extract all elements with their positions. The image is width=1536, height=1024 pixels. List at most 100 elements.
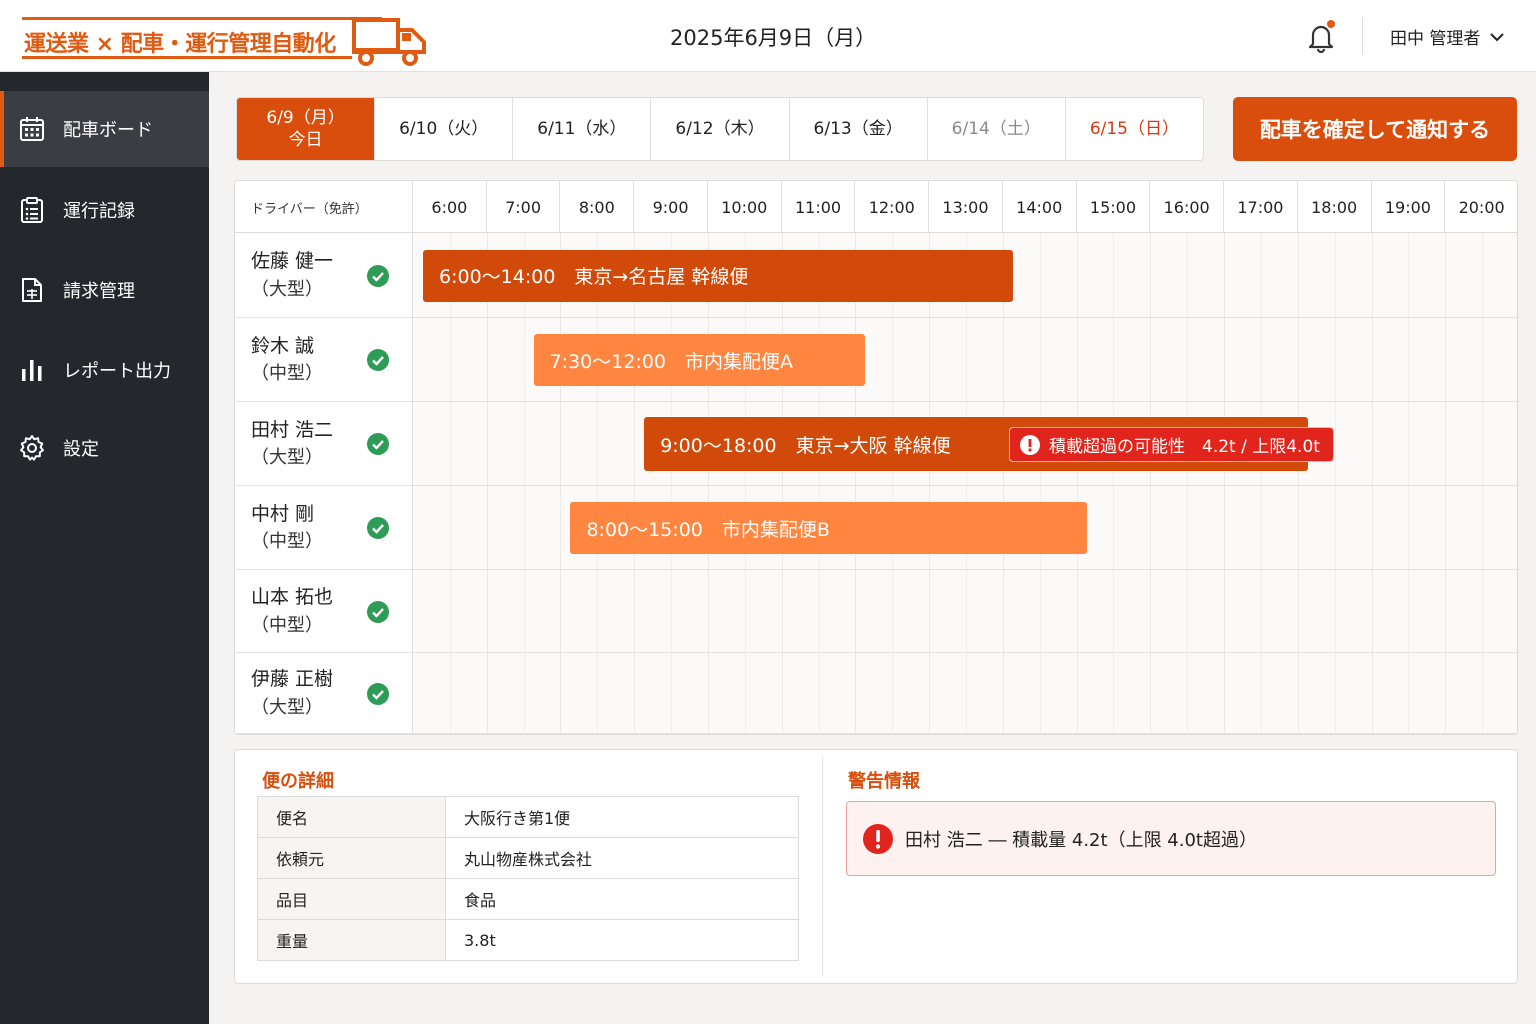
- truck-icon: [352, 18, 426, 66]
- detail-value: 丸山物産株式会社: [445, 837, 799, 879]
- detail-key: 便名: [257, 796, 446, 838]
- tab-date-label: 6/10（火）: [399, 118, 489, 139]
- hour-column-header: 8:00: [560, 181, 635, 233]
- sidebar-item-trip-records[interactable]: 運行記録: [0, 172, 209, 248]
- tab-date-label: 6/9（月）: [266, 107, 345, 128]
- hour-column-header: 20:00: [1445, 181, 1517, 233]
- overload-warning-chip[interactable]: 積載超過の可能性 4.2t / 上限4.0t: [1009, 427, 1334, 462]
- trip-bar[interactable]: 7:30～12:00 市内集配便A: [533, 334, 866, 386]
- trip-details-table: 便名 大阪行き第1便 依頼元 丸山物産株式会社 品目 食品 重量 3.8t: [257, 796, 799, 961]
- tab-date-saturday[interactable]: 6/14（土）: [928, 98, 1066, 160]
- check-circle-icon: [367, 517, 389, 539]
- driver-cell[interactable]: 佐藤 健一 （大型）: [235, 233, 413, 317]
- trip-bar[interactable]: 8:00～15:00 市内集配便B: [570, 502, 1087, 554]
- detail-key: 重量: [257, 919, 446, 961]
- warning-message-box[interactable]: 田村 浩二 ― 積載量 4.2t（上限 4.0t超過）: [846, 801, 1496, 876]
- calendar-icon: [20, 117, 44, 141]
- driver-row: 伊藤 正樹 （大型）: [235, 653, 1517, 734]
- current-date: 2025年6月9日（月）: [670, 26, 877, 50]
- tab-date-label: 6/13（金）: [813, 118, 903, 139]
- hour-column-header: 9:00: [634, 181, 708, 233]
- hour-column-header: 15:00: [1077, 181, 1151, 233]
- clipboard-icon: [21, 197, 43, 223]
- detail-value: 大阪行き第1便: [445, 796, 799, 838]
- hour-column-header: 19:00: [1372, 181, 1446, 233]
- check-circle-icon: [367, 682, 389, 705]
- check-circle-icon: [367, 264, 389, 287]
- app-header: 運送業 × 配車・運行管理自動化 2025年6月9日（月） 田中 管理者: [0, 0, 1536, 72]
- tab-date-label: 6/11（水）: [537, 118, 627, 139]
- alert-icon: [863, 823, 893, 854]
- tab-date[interactable]: 6/12（木）: [651, 98, 790, 160]
- driver-cell[interactable]: 山本 拓也 （中型）: [235, 570, 413, 652]
- hour-column-header: 10:00: [708, 181, 782, 233]
- driver-column-header: ドライバー（免許）: [235, 181, 413, 233]
- logo-underline: [22, 56, 352, 59]
- driver-row: 鈴木 誠（中型）: [235, 318, 1517, 402]
- header-divider: [1362, 18, 1363, 54]
- sidebar-item-label: 運行記録: [63, 201, 135, 222]
- hour-column-header: 11:00: [782, 181, 856, 233]
- table-row: 便名 大阪行き第1便: [257, 796, 799, 838]
- app-logo[interactable]: 運送業 × 配車・運行管理自動化: [22, 14, 432, 70]
- tab-date-label: 6/12（木）: [675, 118, 765, 139]
- warnings-title: 警告情報: [848, 771, 920, 792]
- sidebar-item-settings[interactable]: 設定: [0, 410, 209, 486]
- tab-date-label: 6/14（土）: [951, 118, 1041, 139]
- trip-label: 9:00～18:00 東京→大阪 幹線便: [660, 434, 951, 457]
- logo-underline: [22, 17, 382, 20]
- trip-label: 7:30～12:00 市内集配便A: [549, 350, 794, 373]
- bell-icon[interactable]: [1305, 20, 1337, 54]
- sidebar-item-reports[interactable]: レポート出力: [0, 332, 209, 408]
- sidebar-item-label: 配車ボード: [63, 120, 153, 141]
- check-circle-icon: [367, 433, 389, 455]
- check-circle-icon: [367, 600, 389, 623]
- tab-date[interactable]: 6/10（火）: [375, 98, 514, 160]
- hour-column-header: 7:00: [487, 181, 561, 233]
- schedule-header: ドライバー（免許） 6:00 7:00 8:00 9:00 10:00 11:00 12:0…: [235, 181, 1517, 233]
- check-circle-icon: [367, 349, 389, 371]
- chevron-down-icon: [1490, 32, 1505, 41]
- hour-column-header: 16:00: [1150, 181, 1225, 233]
- sidebar-item-dispatch-board[interactable]: 配車ボード: [0, 91, 209, 167]
- driver-cell[interactable]: 伊藤 正樹 （大型）: [235, 653, 413, 733]
- table-row: 依頼元 丸山物産株式会社: [257, 837, 799, 879]
- tab-date-label: 6/15（日）: [1089, 118, 1179, 139]
- invoice-icon: [22, 278, 42, 302]
- driver-cell[interactable]: 田村 浩二 （大型）: [235, 402, 413, 485]
- trip-details-title: 便の詳細: [262, 771, 334, 792]
- user-name: 田中 管理者: [1390, 29, 1481, 49]
- hour-column-header: 6:00: [413, 181, 487, 233]
- panel-divider: [822, 756, 823, 976]
- tab-date[interactable]: 6/11（水）: [513, 98, 652, 160]
- tab-date-today[interactable]: 6/9（月） 今日: [237, 98, 376, 160]
- user-menu[interactable]: 田中 管理者: [1390, 24, 1505, 49]
- date-tabs: 6/9（月） 今日 6/10（火） 6/11（水） 6/12（木） 6/13（金…: [236, 97, 1204, 161]
- confirm-dispatch-button[interactable]: 配車を確定して通知する: [1233, 97, 1517, 161]
- alert-icon: [1020, 434, 1040, 455]
- hour-column-header: 17:00: [1224, 181, 1298, 233]
- warning-message: 田村 浩二 ― 積載量 4.2t（上限 4.0t超過）: [905, 829, 1257, 851]
- detail-value: 食品: [445, 878, 799, 920]
- trip-bar[interactable]: 6:00～14:00 東京→名古屋 幹線便: [423, 249, 1013, 302]
- table-row: 品目 食品: [257, 878, 799, 920]
- tab-date[interactable]: 6/13（金）: [790, 98, 928, 160]
- hour-column-header: 18:00: [1298, 181, 1372, 233]
- detail-key: 品目: [257, 878, 446, 920]
- bar-chart-icon: [22, 360, 42, 381]
- sidebar-item-label: レポート出力: [63, 361, 171, 382]
- driver-row: 山本 拓也 （中型）: [235, 570, 1517, 653]
- detail-key: 依頼元: [257, 837, 446, 879]
- tab-date-sunday[interactable]: 6/15（日）: [1066, 98, 1203, 160]
- driver-cell[interactable]: 中村 剛（中型）: [235, 486, 413, 569]
- sidebar-item-label: 設定: [63, 439, 99, 460]
- sidebar-item-billing[interactable]: 請求管理: [0, 252, 209, 328]
- detail-value: 3.8t: [445, 919, 799, 961]
- hour-column-header: 14:00: [1003, 181, 1077, 233]
- sidebar-item-label: 請求管理: [63, 281, 135, 302]
- driver-cell[interactable]: 鈴木 誠（中型）: [235, 318, 413, 401]
- logo-text: 運送業 × 配車・運行管理自動化: [24, 32, 336, 57]
- table-row: 重量 3.8t: [257, 919, 799, 961]
- trip-label: 6:00～14:00 東京→名古屋 幹線便: [439, 266, 749, 288]
- trip-label: 8:00～15:00 市内集配便B: [586, 518, 830, 541]
